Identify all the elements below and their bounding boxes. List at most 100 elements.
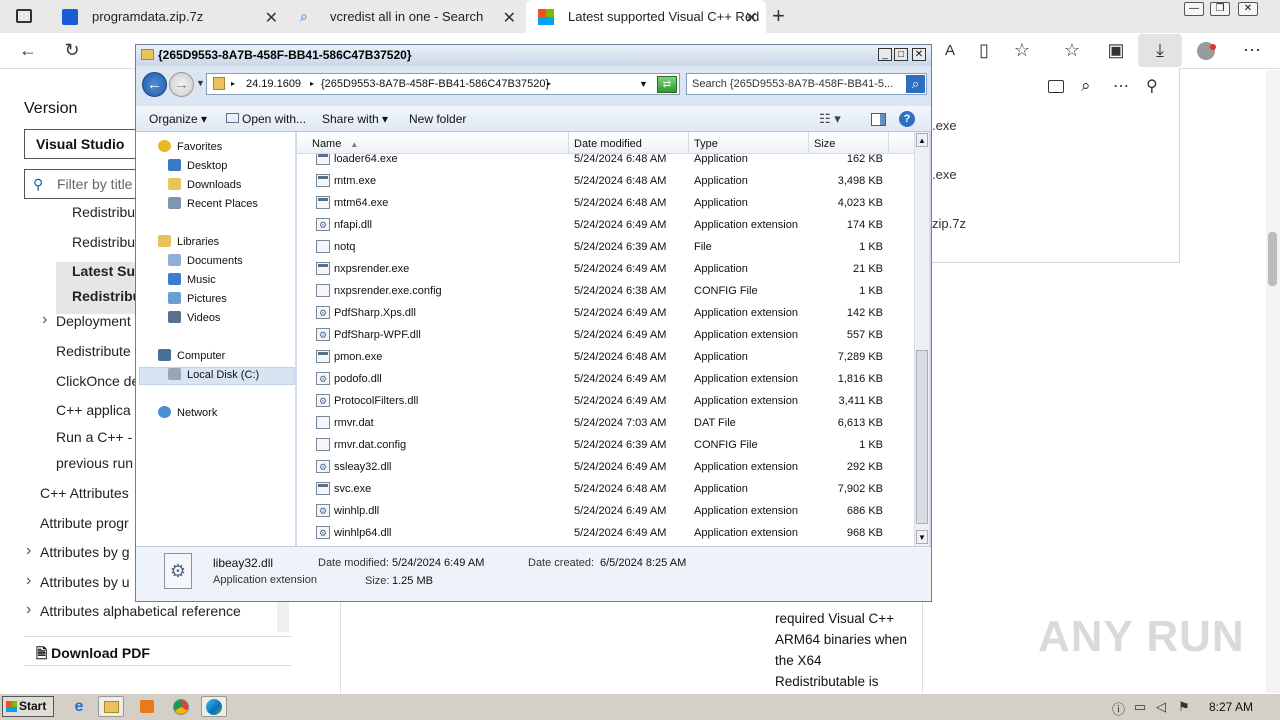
chevron-right-icon[interactable]: › — [26, 542, 31, 560]
preview-pane-icon[interactable] — [871, 113, 886, 126]
tray-info-icon[interactable]: ⓘ — [1112, 699, 1125, 718]
toc-item[interactable]: › Attributes by u — [26, 572, 130, 590]
tab-visual-cpp[interactable]: Latest supported Visual C++ Red ✕ — [526, 0, 766, 33]
column-name-header[interactable]: Name ▲ — [307, 132, 569, 154]
go-refresh-button[interactable]: ⇄ — [657, 76, 677, 93]
history-dropdown-icon[interactable]: ▼ — [196, 78, 205, 88]
explorer-titlebar[interactable]: {265D9553-8A7B-458F-BB41-586C47B37520} — [136, 45, 931, 66]
search-icon[interactable]: ⌕ — [906, 75, 925, 93]
read-aloud-icon[interactable]: A — [938, 42, 962, 59]
tab-close-icon[interactable]: ✕ — [503, 8, 516, 28]
tree-item[interactable]: Network — [158, 405, 217, 422]
download-item[interactable]: zip.7z — [932, 216, 966, 231]
minimize-button[interactable]: — — [1184, 2, 1204, 16]
open-with-button[interactable]: Open with... — [226, 107, 306, 131]
file-row[interactable]: rmvr.dat 5/24/2024 7:03 AM DAT File 6,613 K… — [297, 412, 914, 434]
scroll-down-arrow-icon[interactable]: ▼ — [916, 530, 928, 544]
breadcrumb-sep-icon[interactable]: ▸ — [547, 74, 551, 94]
file-row[interactable]: PdfSharp-WPF.dll 5/24/2024 6:49 AM Applica… — [297, 324, 914, 346]
tree-item[interactable]: Downloads — [168, 177, 241, 194]
file-row[interactable]: rmvr.dat.config 5/24/2024 6:39 AM CONFIG F… — [297, 434, 914, 456]
downloads-pin-icon[interactable]: ⚲ — [1146, 76, 1158, 96]
chevron-right-icon[interactable]: › — [42, 311, 47, 329]
taskbar-explorer-icon[interactable] — [98, 696, 124, 717]
column-date-header[interactable]: Date modified — [569, 132, 689, 154]
start-button[interactable]: Start — [2, 696, 54, 717]
organize-button[interactable]: Organize ▾ — [149, 107, 207, 131]
tray-speaker-icon[interactable]: ◁ — [1156, 699, 1166, 715]
file-row[interactable]: notq 5/24/2024 6:39 AM File 1 KB — [297, 236, 914, 258]
file-row[interactable]: ProtocolFilters.dll 5/24/2024 6:49 AM Appl… — [297, 390, 914, 412]
file-row[interactable]: winhlp.dll 5/24/2024 6:49 AM Application e… — [297, 500, 914, 522]
address-dropdown-icon[interactable]: ▼ — [639, 74, 648, 94]
toc-item[interactable]: Redistribu — [72, 234, 135, 250]
breadcrumb-sep-icon[interactable]: ▸ — [310, 74, 314, 94]
tray-flag-icon[interactable]: ⚑ — [1178, 699, 1190, 715]
tab-programdata[interactable]: programdata.zip.7z ✕ — [50, 0, 286, 33]
refresh-icon[interactable]: ↻ — [60, 40, 84, 61]
chevron-right-icon[interactable]: › — [26, 572, 31, 590]
toc-item[interactable]: › Deployment — [42, 311, 131, 329]
download-pdf-link[interactable]: 🗎 Download PDF — [36, 643, 150, 667]
toc-item[interactable]: Redistribu — [72, 288, 141, 304]
downloads-more-icon[interactable]: ⋯ — [1113, 76, 1129, 96]
taskbar-edge-icon[interactable] — [201, 696, 227, 717]
tree-item[interactable]: Documents — [168, 253, 243, 270]
tree-item[interactable]: Libraries — [158, 234, 219, 251]
toc-item[interactable]: C++ Attributes — [40, 485, 129, 501]
page-scrollbar[interactable] — [1266, 70, 1280, 693]
view-options-icon[interactable]: ☷ ▾ — [819, 107, 841, 131]
new-folder-button[interactable]: New folder — [409, 107, 466, 131]
toc-item[interactable]: › Attributes alphabetical reference — [26, 601, 241, 619]
tree-item[interactable]: Desktop — [168, 158, 227, 175]
tree-item[interactable]: Local Disk (C:) — [168, 367, 259, 384]
breadcrumb-item[interactable]: {265D9553-8A7B-458F-BB41-586C47B37520} — [321, 74, 549, 94]
download-item[interactable]: .exe — [932, 167, 957, 182]
toc-scrollbar[interactable] — [277, 600, 289, 632]
tree-item[interactable]: Recent Places — [168, 196, 258, 213]
taskbar-clock[interactable]: 8:27 AM — [1209, 700, 1253, 714]
file-row[interactable]: mtm.exe 5/24/2024 6:48 AM Application 3,498… — [297, 170, 914, 192]
file-row[interactable]: loader64.exe 5/24/2024 6:48 AM Application… — [297, 154, 914, 170]
restore-button[interactable]: ❐ — [1210, 2, 1230, 16]
add-favorite-icon[interactable]: ☆ — [1010, 40, 1034, 61]
column-type-header[interactable]: Type — [689, 132, 809, 154]
taskbar-ie-icon[interactable]: e — [66, 696, 92, 717]
close-window-button[interactable]: ✕ — [1238, 2, 1258, 16]
explorer-close-button[interactable]: ✕ — [912, 48, 926, 61]
toc-item[interactable]: previous run — [56, 455, 133, 471]
column-size-header[interactable]: Size — [809, 132, 889, 154]
tree-item[interactable]: Music — [168, 272, 216, 289]
tab-search[interactable]: ⌕ vcredist all in one - Search ✕ — [288, 0, 524, 33]
download-item[interactable]: .exe — [932, 118, 957, 133]
file-row[interactable]: PdfSharp.Xps.dll 5/24/2024 6:49 AM Applica… — [297, 302, 914, 324]
scroll-thumb[interactable] — [916, 350, 928, 524]
tree-item[interactable]: Computer — [158, 348, 225, 365]
tree-item[interactable]: Pictures — [168, 291, 227, 308]
tab-close-icon[interactable]: ✕ — [745, 8, 758, 28]
file-row[interactable]: svc.exe 5/24/2024 6:48 AM Application 7,902… — [297, 478, 914, 500]
page-scrollbar-thumb[interactable] — [1268, 232, 1277, 286]
toc-item[interactable]: › Attributes by g — [26, 542, 130, 560]
chevron-right-icon[interactable]: › — [26, 601, 31, 619]
new-tab-button[interactable]: + — [772, 3, 785, 29]
immersive-reader-icon[interactable]: ▯ — [972, 40, 996, 61]
back-icon[interactable]: ← — [16, 40, 40, 61]
file-list-scrollbar[interactable]: ▲ ▼ — [914, 132, 929, 546]
tree-item[interactable]: Favorites — [158, 139, 222, 156]
explorer-minimize-button[interactable]: _ — [878, 48, 892, 61]
taskbar-chrome-icon[interactable] — [168, 696, 194, 717]
collections-icon[interactable]: ▣ — [1104, 40, 1128, 61]
share-with-button[interactable]: Share with ▾ — [322, 107, 388, 131]
version-select[interactable]: Visual Studio 20 — [24, 129, 140, 159]
back-button[interactable]: ← — [142, 72, 167, 97]
file-row[interactable]: mtm64.exe 5/24/2024 6:48 AM Application 4,0… — [297, 192, 914, 214]
toc-item[interactable]: ClickOnce de — [56, 373, 139, 389]
favorites-icon[interactable]: ☆ — [1060, 40, 1084, 61]
toc-item[interactable]: Run a C++ - — [56, 429, 132, 445]
toc-item[interactable]: Redistribute — [56, 343, 131, 359]
toc-item[interactable]: Latest Sup — [72, 263, 144, 279]
toc-item[interactable]: Redistribu — [72, 204, 135, 220]
filter-input[interactable]: ⚲ Filter by title — [24, 169, 140, 199]
file-row[interactable]: nxpsrender.exe 5/24/2024 6:49 AM Applicati… — [297, 258, 914, 280]
